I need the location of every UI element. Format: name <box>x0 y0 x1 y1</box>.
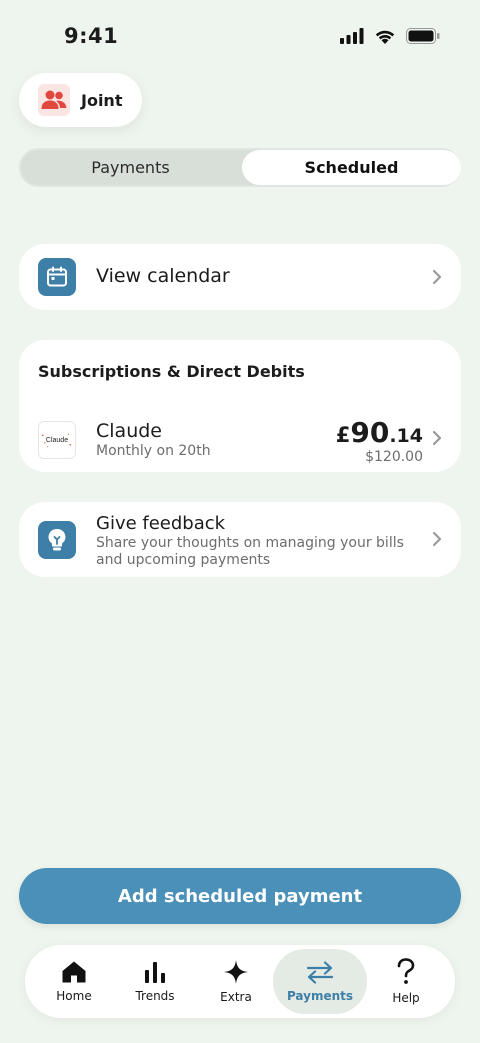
subscription-original-amount: $120.00 <box>365 449 423 465</box>
subscriptions-card: Subscriptions & Direct Debits Claude Cla… <box>19 340 461 472</box>
transfer-arrows-icon <box>306 961 334 984</box>
claude-logo: Claude <box>38 421 76 459</box>
trends-icon <box>145 962 165 983</box>
subscriptions-title: Subscriptions & Direct Debits <box>38 362 305 381</box>
view-calendar-card[interactable]: View calendar <box>19 244 461 310</box>
cellular-signal-icon <box>340 28 364 44</box>
tab-label: Home <box>56 989 92 1003</box>
view-calendar-label: View calendar <box>96 265 230 287</box>
status-icons <box>340 28 440 44</box>
chevron-right-icon <box>432 430 442 446</box>
tab-payments[interactable]: Payments <box>21 150 240 185</box>
tab-scheduled[interactable]: Scheduled <box>242 150 461 185</box>
subscription-amount: £90.14 <box>336 416 423 449</box>
question-icon <box>397 958 415 984</box>
wifi-icon <box>375 30 395 44</box>
tab-label: Extra <box>220 990 252 1004</box>
chevron-right-icon <box>432 269 442 285</box>
tab-help[interactable]: Help <box>359 949 453 1014</box>
tab-label: Trends <box>135 989 175 1003</box>
status-bar: 9:41 <box>0 0 480 76</box>
subscription-schedule: Monthly on 20th <box>96 443 211 459</box>
feedback-title: Give feedback <box>96 513 226 534</box>
people-icon <box>38 84 70 116</box>
tab-label: Help <box>392 991 420 1005</box>
account-switcher[interactable]: Joint <box>19 73 142 127</box>
account-label: Joint <box>81 90 123 110</box>
tab-payments-nav[interactable]: Payments <box>273 949 367 1014</box>
amount-whole: 90 <box>350 416 390 449</box>
bottom-tab-bar: Home Trends Extra Payments Help <box>25 945 455 1018</box>
tab-home[interactable]: Home <box>27 949 121 1014</box>
tab-label: Payments <box>286 989 354 1003</box>
give-feedback-card[interactable]: Give feedback Share your thoughts on man… <box>19 502 461 577</box>
calendar-icon <box>38 258 76 296</box>
amount-fraction: .14 <box>389 425 423 447</box>
subscription-name: Claude <box>96 420 162 442</box>
segmented-control: Payments Scheduled <box>19 148 461 187</box>
tab-extra[interactable]: Extra <box>189 949 283 1014</box>
lightbulb-icon <box>38 521 76 559</box>
tab-trends[interactable]: Trends <box>108 949 202 1014</box>
battery-icon <box>406 28 440 44</box>
home-icon <box>62 961 86 983</box>
chevron-right-icon <box>432 531 442 547</box>
sparkle-icon <box>224 960 248 984</box>
status-time: 9:41 <box>64 24 119 48</box>
amount-currency: £ <box>335 423 351 447</box>
add-scheduled-payment-button[interactable]: Add scheduled payment <box>19 868 461 924</box>
claude-logo-text: Claude <box>45 436 69 444</box>
feedback-description: Share your thoughts on managing your bil… <box>96 535 404 568</box>
